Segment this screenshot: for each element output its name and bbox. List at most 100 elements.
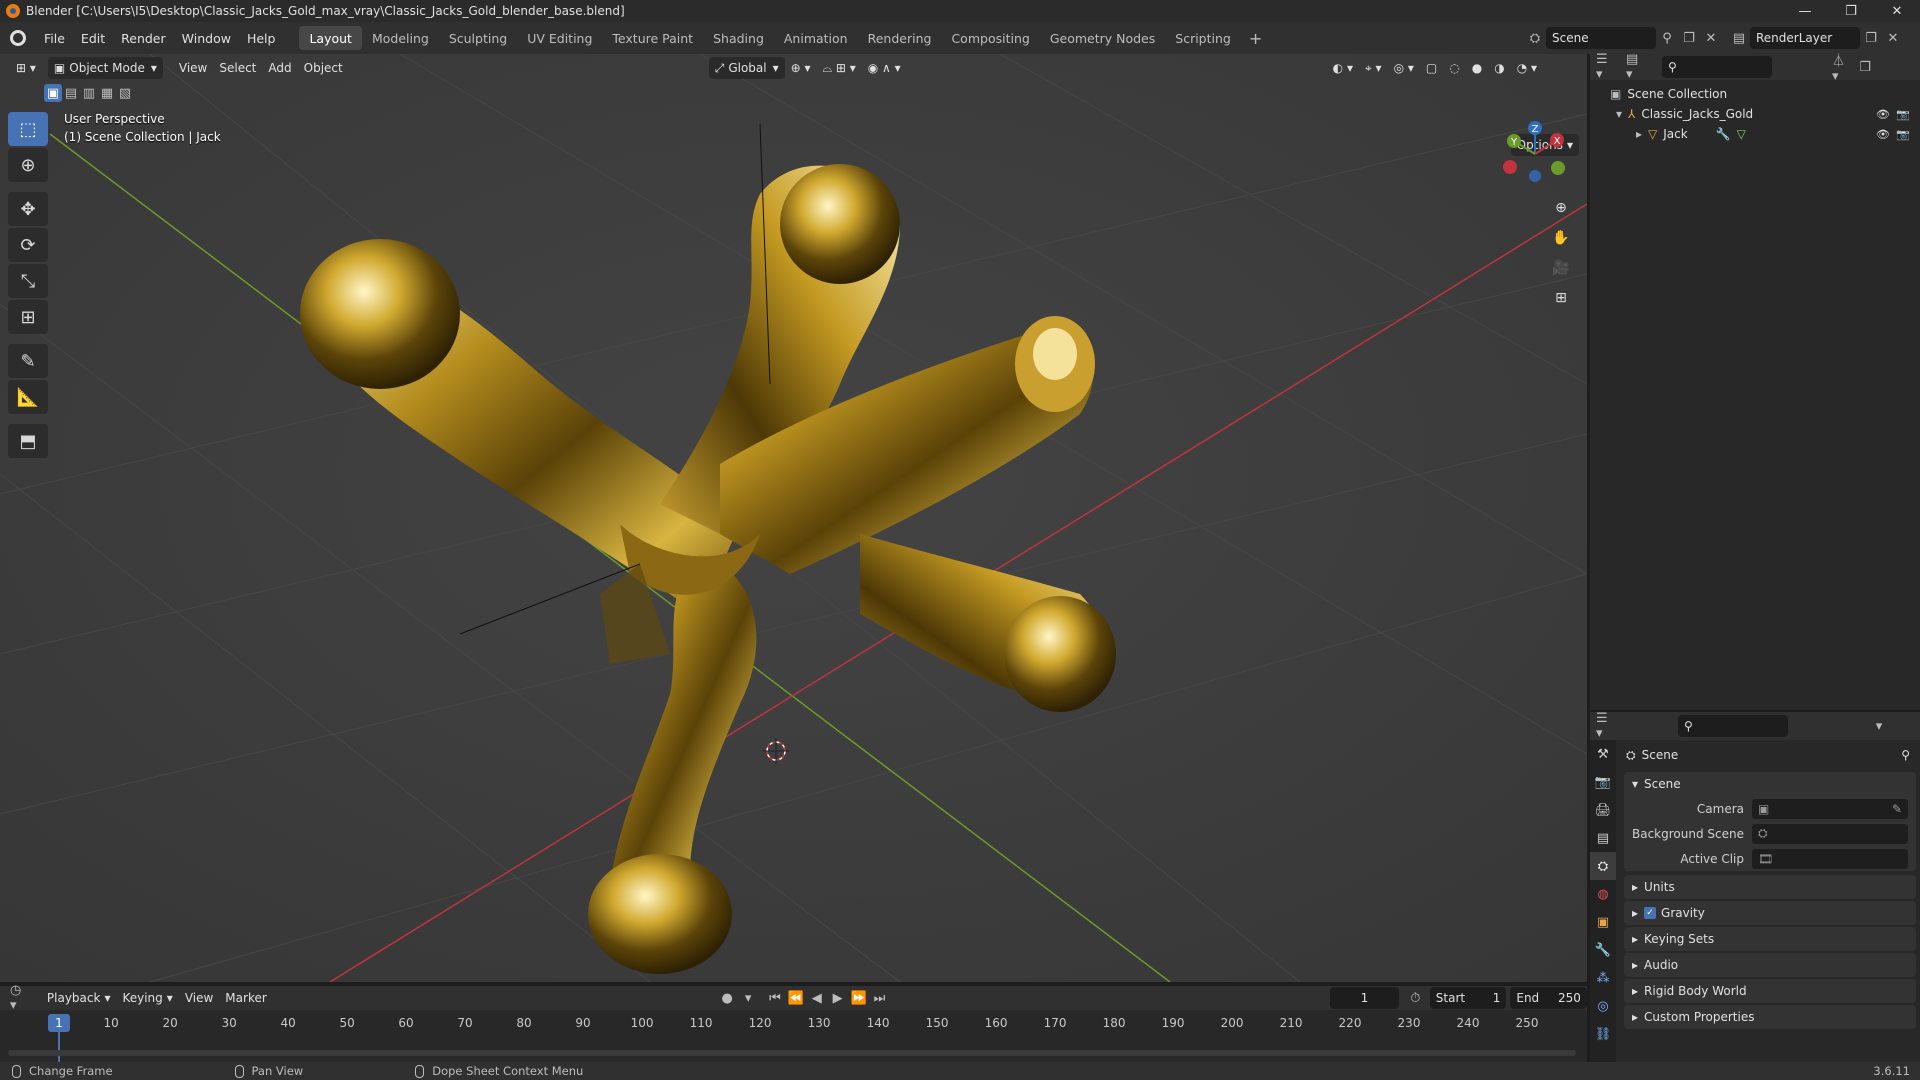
select-new-icon[interactable]: ▣: [44, 84, 62, 102]
tab-uv-editing[interactable]: UV Editing: [517, 26, 602, 50]
stopwatch-icon[interactable]: ⏱: [1405, 987, 1426, 1009]
outliner-search-input[interactable]: ⚲: [1662, 56, 1772, 78]
tab-animation[interactable]: Animation: [774, 26, 858, 50]
shading-wireframe-icon[interactable]: ◌: [1443, 57, 1465, 79]
camera-icon[interactable]: 📷: [1896, 108, 1910, 121]
timeline-scrollbar[interactable]: [8, 1050, 1576, 1056]
tab-geometry-nodes[interactable]: Geometry Nodes: [1040, 26, 1165, 50]
render-tab-icon[interactable]: 📷: [1590, 768, 1616, 796]
menu-file[interactable]: File: [36, 22, 73, 54]
delete-view-layer-icon[interactable]: ✕: [1882, 27, 1904, 49]
start-frame-field[interactable]: Start 1: [1429, 987, 1507, 1009]
chevron-down-icon[interactable]: ▾: [738, 987, 759, 1009]
new-scene-icon[interactable]: ❐: [1678, 27, 1700, 49]
xray-icon[interactable]: ▢: [1420, 57, 1443, 79]
pan-hand-icon[interactable]: ✋: [1547, 224, 1575, 252]
editor-type-button[interactable]: ⊞ ▾: [10, 57, 42, 79]
scene-tab-icon[interactable]: ⛭: [1590, 852, 1616, 880]
tool-tab-icon[interactable]: ⚒: [1590, 740, 1616, 768]
editor-type-icon[interactable]: ☰ ▾: [1596, 711, 1618, 741]
editor-type-icon[interactable]: ◷ ▾: [10, 983, 31, 1013]
timeline-ruler[interactable]: 10 20 30 40 50 60 70 80 90 100 110 120 130 140 150 160 1…: [0, 1014, 1587, 1034]
menu-edit[interactable]: Edit: [73, 22, 113, 54]
keying-menu[interactable]: Keying ▾: [116, 987, 178, 1009]
orientation-dropdown[interactable]: ⤢ Global ▾: [708, 57, 785, 79]
add-cube-tool-icon[interactable]: ⬒: [8, 424, 48, 458]
particles-tab-icon[interactable]: ⁂: [1590, 964, 1616, 992]
menu-window[interactable]: Window: [174, 22, 239, 54]
keying-sets-panel-header[interactable]: ▸ Keying Sets: [1624, 927, 1916, 951]
active-clip-field[interactable]: 🎞: [1752, 848, 1908, 869]
mode-dropdown[interactable]: ▣ Object Mode ▾: [47, 57, 163, 79]
scene-panel-header[interactable]: ▾ Scene: [1624, 772, 1916, 796]
gravity-panel-header[interactable]: ▸ ✓ Gravity: [1624, 901, 1916, 925]
menu-render[interactable]: Render: [113, 22, 174, 54]
menu-view[interactable]: View: [173, 57, 213, 79]
pivot-point-icon[interactable]: ⊕ ▾: [785, 57, 817, 79]
navigation-gizmo[interactable]: Z Y X: [1500, 116, 1570, 186]
measure-tool-icon[interactable]: 📐: [8, 380, 48, 414]
visibility-icon[interactable]: ◐ ▾: [1327, 57, 1359, 79]
perspective-toggle-icon[interactable]: ⊞: [1547, 284, 1575, 312]
playback-menu[interactable]: Playback ▾: [41, 987, 117, 1009]
delete-scene-icon[interactable]: ✕: [1700, 27, 1722, 49]
rotate-tool-icon[interactable]: ⟳: [8, 228, 48, 262]
play-reverse-icon[interactable]: ◀: [806, 987, 827, 1009]
tab-compositing[interactable]: Compositing: [941, 26, 1039, 50]
select-box-tool-icon[interactable]: ⬚: [8, 112, 48, 146]
chevron-down-icon[interactable]: ▾: [1868, 715, 1890, 737]
annotate-tool-icon[interactable]: ✎: [8, 344, 48, 378]
select-invert-icon[interactable]: ▦: [98, 84, 116, 102]
pin-icon[interactable]: ⚲: [1656, 27, 1678, 49]
jump-end-icon[interactable]: ⏭: [869, 987, 890, 1009]
scene-icon[interactable]: ⛭: [1524, 27, 1546, 49]
playhead[interactable]: 1: [48, 1014, 70, 1032]
minimize-button[interactable]: —: [1782, 0, 1828, 22]
tab-layout[interactable]: Layout: [299, 26, 362, 50]
eyedropper-icon[interactable]: ✎: [1892, 802, 1902, 816]
view-menu[interactable]: View: [179, 987, 219, 1009]
add-workspace-button[interactable]: +: [1241, 29, 1270, 48]
units-panel-header[interactable]: ▸ Units: [1624, 875, 1916, 899]
select-intersect-icon[interactable]: ▧: [116, 84, 134, 102]
3d-viewport[interactable]: ⊞ ▾ ▣ Object Mode ▾ View Select Add Obje…: [0, 54, 1587, 982]
view-layer-icon[interactable]: ▤: [1728, 27, 1750, 49]
snap-icon[interactable]: ⌓ ⊞ ▾: [817, 57, 862, 79]
shading-material-icon[interactable]: ◑: [1488, 57, 1510, 79]
shading-solid-icon[interactable]: ●: [1466, 57, 1488, 79]
custom-properties-panel-header[interactable]: ▸ Custom Properties: [1624, 1005, 1916, 1029]
physics-tab-icon[interactable]: ◎: [1590, 992, 1616, 1020]
tab-texture-paint[interactable]: Texture Paint: [602, 26, 703, 50]
modifier-tab-icon[interactable]: 🔧: [1590, 936, 1616, 964]
scale-tool-icon[interactable]: ⤡: [8, 264, 48, 298]
background-scene-field[interactable]: ⛭: [1752, 823, 1908, 844]
camera-field[interactable]: ▣ ✎: [1752, 798, 1908, 819]
scene-name-field[interactable]: Scene: [1546, 27, 1656, 49]
shading-rendered-icon[interactable]: ◔ ▾: [1511, 57, 1543, 79]
proportional-edit-icon[interactable]: ◉ ∧ ▾: [862, 57, 907, 79]
output-tab-icon[interactable]: 🖨: [1590, 796, 1616, 824]
chevron-right-icon[interactable]: ▸: [1636, 127, 1642, 141]
filter-icon[interactable]: ⏃ ▾: [1832, 54, 1854, 84]
eye-icon[interactable]: 👁: [1876, 128, 1890, 141]
tab-shading[interactable]: Shading: [703, 26, 774, 50]
object-tab-icon[interactable]: ▣: [1590, 908, 1616, 936]
move-tool-icon[interactable]: ✥: [8, 192, 48, 226]
tab-rendering[interactable]: Rendering: [858, 26, 942, 50]
select-subtract-icon[interactable]: ▥: [80, 84, 98, 102]
blender-logo-icon[interactable]: [10, 30, 26, 46]
current-frame-field[interactable]: 1: [1329, 987, 1399, 1009]
play-icon[interactable]: ▶: [827, 987, 848, 1009]
camera-view-icon[interactable]: 🎥: [1547, 254, 1575, 282]
display-mode-icon[interactable]: ▤ ▾: [1626, 52, 1648, 82]
close-button[interactable]: ✕: [1874, 0, 1920, 22]
end-frame-field[interactable]: End 250: [1510, 987, 1587, 1009]
eye-icon[interactable]: 👁: [1876, 108, 1890, 121]
menu-add[interactable]: Add: [262, 57, 297, 79]
next-keyframe-icon[interactable]: ⏩: [848, 987, 869, 1009]
view-layer-field[interactable]: RenderLayer: [1750, 27, 1860, 49]
camera-icon[interactable]: 📷: [1896, 128, 1910, 141]
overlay-toggle-icon[interactable]: ◎ ▾: [1388, 57, 1420, 79]
jump-start-icon[interactable]: ⏮: [765, 987, 786, 1009]
record-icon[interactable]: ●: [717, 987, 738, 1009]
